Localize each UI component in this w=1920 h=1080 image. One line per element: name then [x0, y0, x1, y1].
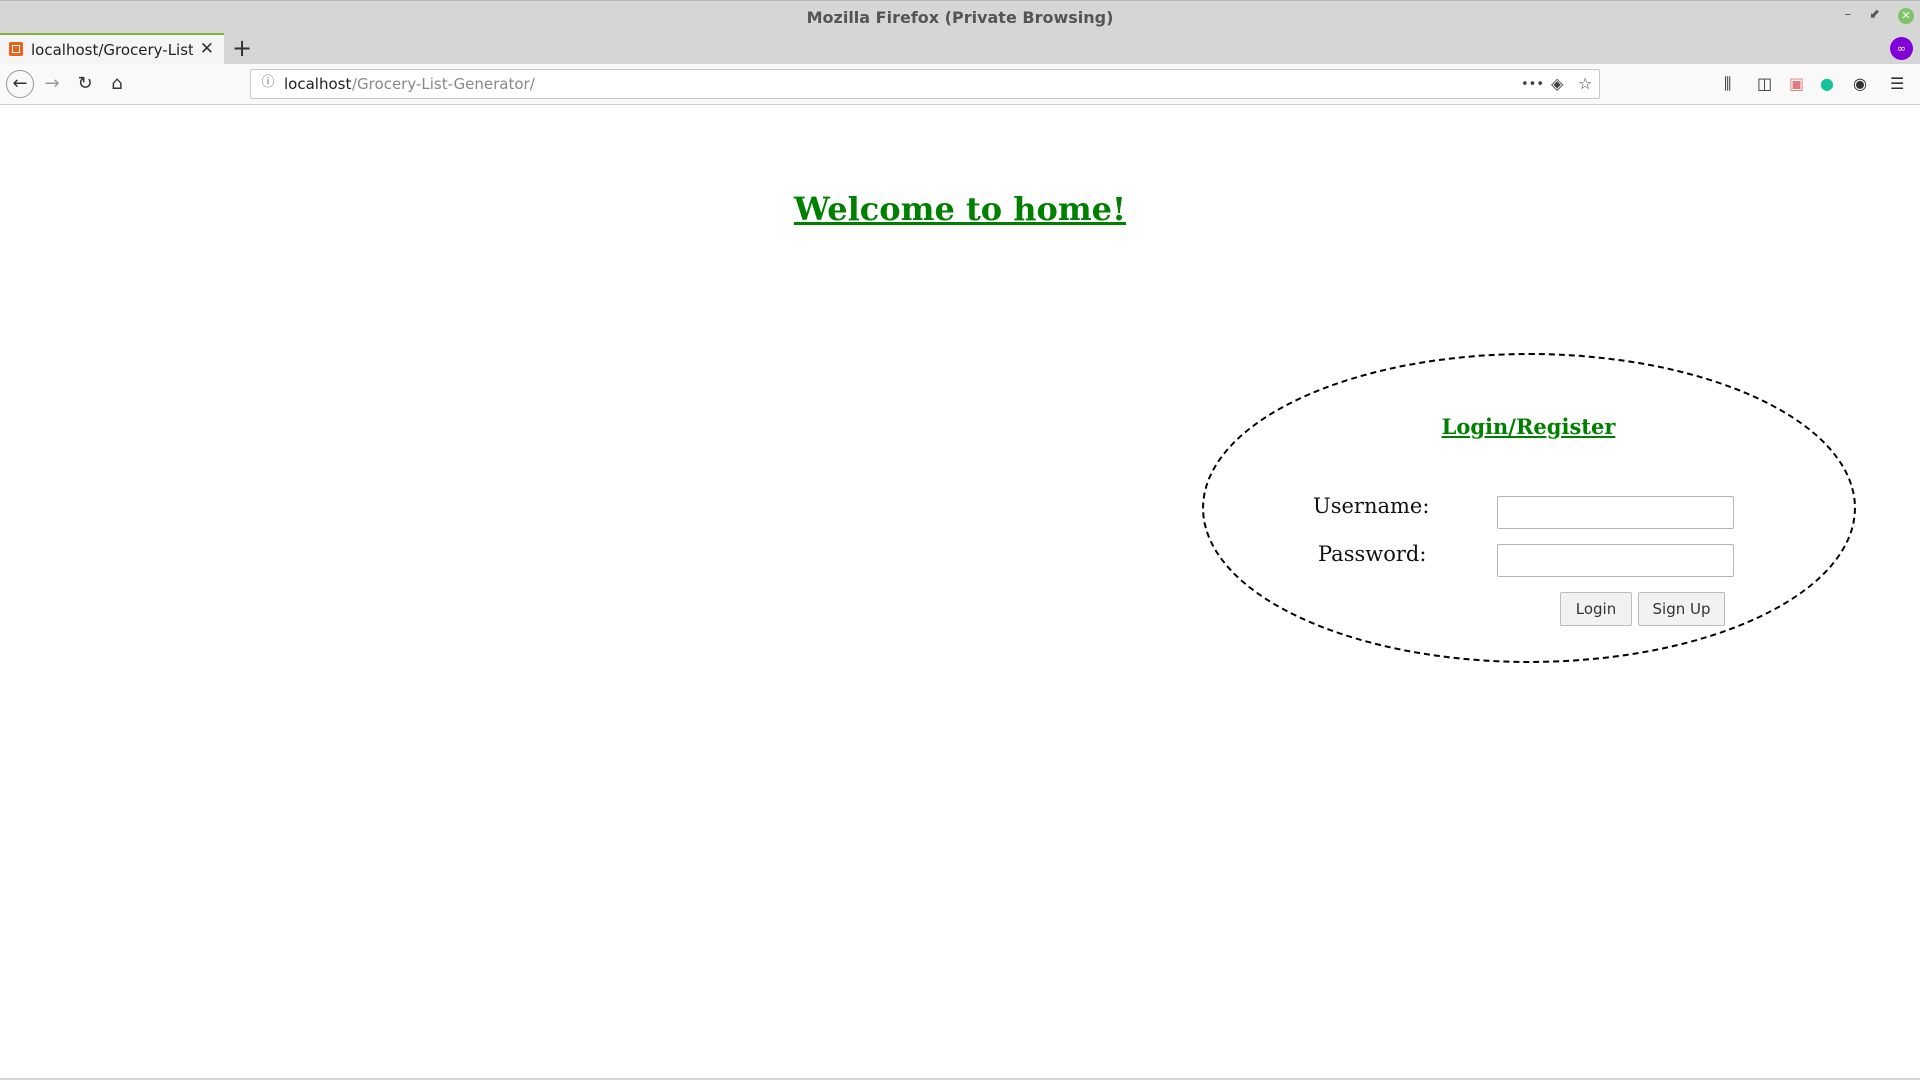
username-label: Username:: [1313, 494, 1430, 518]
menu-icon[interactable]: ☰: [1890, 74, 1904, 93]
new-tab-button[interactable]: +: [232, 34, 252, 62]
tab-strip: localhost/Grocery-List-Generator/ ✕ + ∞: [0, 33, 1920, 64]
xampp-icon: [9, 42, 23, 56]
home-button[interactable]: ⌂: [103, 70, 131, 98]
page-title: Welcome to home!: [793, 190, 1127, 228]
navigation-toolbar: ← → ↻ ⌂ ⓘ localhost /Grocery-List-Genera…: [0, 64, 1920, 105]
window-titlebar: Mozilla Firefox (Private Browsing) – ⬋ ✕: [0, 0, 1920, 33]
back-button[interactable]: ←: [6, 70, 34, 98]
tab-label: localhost/Grocery-List-Generator/: [31, 41, 193, 59]
minimize-button[interactable]: –: [1845, 7, 1852, 22]
window-title: Mozilla Firefox (Private Browsing): [806, 8, 1114, 27]
reload-button[interactable]: ↻: [71, 70, 99, 98]
forward-button[interactable]: →: [38, 70, 66, 98]
private-browsing-icon: ∞: [1890, 37, 1913, 60]
username-field[interactable]: [1497, 496, 1734, 529]
url-host: localhost: [284, 75, 352, 93]
page-heading-container: Welcome to home!: [0, 190, 1920, 228]
library-icon[interactable]: ⫼: [1724, 74, 1731, 94]
window-close-button[interactable]: ✕: [1898, 8, 1914, 24]
site-info-icon[interactable]: ⓘ: [260, 75, 276, 91]
bookmark-star-icon[interactable]: ☆: [1578, 74, 1592, 93]
tab-active[interactable]: localhost/Grocery-List-Generator/ ✕: [0, 33, 224, 64]
password-field[interactable]: [1497, 544, 1734, 577]
sidebar-icon[interactable]: ◫: [1757, 74, 1772, 93]
pocket-icon[interactable]: ◈: [1551, 74, 1563, 93]
password-label: Password:: [1318, 542, 1427, 566]
login-button[interactable]: Login: [1560, 592, 1632, 626]
url-bar[interactable]: ⓘ localhost /Grocery-List-Generator/ •••…: [250, 69, 1600, 99]
page-actions-icon[interactable]: •••: [1521, 77, 1544, 92]
signup-button[interactable]: Sign Up: [1638, 592, 1725, 626]
account-icon[interactable]: ◉: [1853, 74, 1867, 93]
extension-icon[interactable]: ▣: [1789, 74, 1804, 93]
url-path: /Grocery-List-Generator/: [352, 75, 535, 93]
login-register-title: Login/Register: [1441, 414, 1616, 439]
restore-button[interactable]: ⬋: [1869, 7, 1880, 22]
tab-close-icon[interactable]: ✕: [200, 39, 214, 59]
grammarly-icon[interactable]: ●: [1820, 74, 1834, 93]
